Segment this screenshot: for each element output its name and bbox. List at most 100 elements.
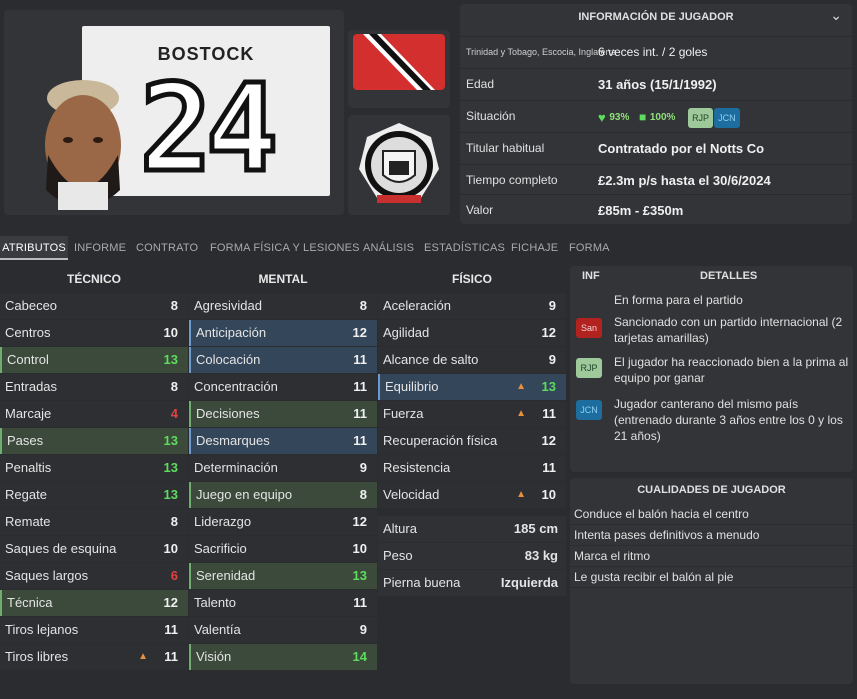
tab-analisis[interactable]: ANÁLISIS [363, 236, 414, 260]
tab-forma[interactable]: FORMA [569, 236, 610, 260]
attr-row-fisico[interactable]: Velocidad 10 ▲ [378, 482, 566, 508]
attr-row-mental[interactable]: Concentración 11 [189, 374, 377, 400]
quality-item: Le gusta recibir el balón al pie [570, 567, 853, 588]
attr-row-mental[interactable]: Agresividad 8 [189, 293, 377, 319]
quality-item: Conduce el balón hacia el centro [570, 504, 853, 525]
detail-badge-icon: RJP [576, 358, 602, 378]
attr-row-mental[interactable]: Anticipación 12 [189, 320, 377, 346]
attr-row-mental[interactable]: Desmarques 11 [189, 428, 377, 454]
attr-name: Valentía [194, 622, 241, 637]
attr-name: Técnica [7, 595, 53, 610]
attr-name: Centros [5, 325, 51, 340]
squad-status-label: Titular habitual [466, 141, 545, 155]
notts-county-badge-icon [359, 123, 439, 203]
tab-bar: ATRIBUTOS INFORME CONTRATO FORMA FÍSICA … [0, 236, 857, 260]
attr-row-tecnico[interactable]: Saques de esquina 10 [0, 536, 188, 562]
attr-value: 10 [163, 325, 178, 340]
weight-value: 83 kg [524, 548, 558, 563]
attr-row-mental[interactable]: Visión 14 [189, 644, 377, 670]
attr-value: 8 [170, 298, 178, 313]
info-row-contract: Tiempo completo £2.3m p/s hasta el 30/6/… [460, 164, 852, 195]
attr-value: 12 [352, 325, 367, 340]
attr-name: Velocidad [383, 487, 440, 502]
attr-row-tecnico[interactable]: Tiros libres 11 ▲ [0, 644, 188, 670]
tab-atributos[interactable]: ATRIBUTOS [0, 236, 68, 260]
detail-badge-icon: San [576, 318, 602, 338]
age-value: 31 años (15/1/1992) [598, 77, 717, 92]
attr-row-fisico[interactable]: Alcance de salto 9 [378, 347, 566, 373]
attr-row-mental[interactable]: Decisiones 11 [189, 401, 377, 427]
attr-row-tecnico[interactable]: Técnica 12 [0, 590, 188, 616]
attr-row-tecnico[interactable]: Marcaje 4 [0, 401, 188, 427]
attr-row-mental[interactable]: Serenidad 13 [189, 563, 377, 589]
nationality-flag-panel[interactable] [348, 30, 450, 108]
attr-name: Anticipación [196, 325, 267, 340]
attr-row-fisico[interactable]: Fuerza 11 ▲ [378, 401, 566, 427]
attr-name: Remate [5, 514, 51, 529]
attr-row-tecnico[interactable]: Penaltis 13 [0, 455, 188, 481]
attr-row-fisico[interactable]: Recuperación física 12 [378, 428, 566, 454]
tab-contrato[interactable]: CONTRATO [136, 236, 198, 260]
attr-value: 8 [170, 379, 178, 394]
attr-value: 12 [163, 595, 178, 610]
attr-row-tecnico[interactable]: Centros 10 [0, 320, 188, 346]
attr-row-mental[interactable]: Valentía 9 [189, 617, 377, 643]
info-header: INFORMACIÓN DE JUGADOR [578, 11, 734, 23]
tab-informe[interactable]: INFORME [74, 236, 126, 260]
player-profile: BOSTOCK 24 INFORMACIÓN DE JUGADOR ⌄ Trin… [0, 0, 857, 699]
attr-row-tecnico[interactable]: Entradas 8 [0, 374, 188, 400]
attr-row-tecnico[interactable]: Cabeceo 8 [0, 293, 188, 319]
details-header: DETALLES [700, 270, 758, 282]
squad-status-value[interactable]: Contratado por el Notts Co [598, 133, 764, 164]
details-panel: INF DETALLES En forma para el partido San… [570, 266, 853, 472]
height-value: 185 cm [513, 521, 558, 536]
attr-row-tecnico[interactable]: Remate 8 [0, 509, 188, 535]
tab-forma-fisica[interactable]: FORMA FÍSICA Y LESIONES [210, 236, 360, 260]
contract-value: £2.3m p/s hasta el 30/6/2024 [598, 173, 771, 188]
attr-row-mental[interactable]: Determinación 9 [189, 455, 377, 481]
attr-row-tecnico[interactable]: Pases 13 [0, 428, 188, 454]
attr-value: 13 [163, 487, 178, 502]
attr-name: Desmarques [196, 433, 270, 448]
attr-value: 10 [163, 541, 178, 556]
detail-text: Sancionado con un partido internacional … [614, 315, 843, 345]
attr-row-mental[interactable]: Liderazgo 12 [189, 509, 377, 535]
detail-row: JCN Jugador canterano del mismo país (ent… [574, 396, 850, 443]
attr-row-mental[interactable]: Colocación 11 [189, 347, 377, 373]
chevron-down-icon[interactable]: ⌄ [830, 7, 842, 24]
value-label: Valor [466, 203, 494, 217]
attr-row-tecnico[interactable]: Regate 13 [0, 482, 188, 508]
attr-name: Tiros lejanos [5, 622, 79, 637]
nations-text[interactable]: Trinidad y Tobago, Escocia, Inglaterra [466, 37, 617, 68]
attr-value: 10 [541, 487, 556, 502]
attr-row-fisico[interactable]: Resistencia 11 [378, 455, 566, 481]
attr-row-fisico[interactable]: Agilidad 12 [378, 320, 566, 346]
attr-name: Resistencia [383, 460, 451, 475]
mental-header: MENTAL [258, 272, 308, 286]
attr-row-tecnico[interactable]: Control 13 [0, 347, 188, 373]
attr-row-fisico[interactable]: Aceleración 9 [378, 293, 566, 319]
tab-estadisticas[interactable]: ESTADÍSTICAS [424, 236, 505, 260]
attr-value: 9 [548, 352, 556, 367]
jcn-badge[interactable]: JCN [714, 107, 740, 128]
attr-row-tecnico[interactable]: Saques largos 6 [0, 563, 188, 589]
trinidad-flag-icon [353, 34, 445, 90]
attr-row-fisico[interactable]: Equilibrio 13 ▲ [378, 374, 566, 400]
value-value: £85m - £350m [598, 203, 684, 218]
attr-name: Agilidad [383, 325, 430, 340]
club-badge-panel[interactable] [348, 115, 450, 215]
attr-value: 9 [548, 298, 556, 313]
attr-value: 9 [359, 622, 367, 637]
attr-row-mental[interactable]: Talento 11 [189, 590, 377, 616]
rjp-badge[interactable]: RJP [688, 107, 714, 128]
player-portrait-panel: BOSTOCK 24 [4, 10, 344, 215]
attr-row-tecnico[interactable]: Tiros lejanos 11 [0, 617, 188, 643]
attr-row-mental[interactable]: Juego en equipo 8 [189, 482, 377, 508]
attr-row-mental[interactable]: Sacrificio 10 [189, 536, 377, 562]
tab-fichaje[interactable]: FICHAJE [511, 236, 558, 260]
info-row-status: Situación ♥ 93% ■ 100% RJP JCN [460, 100, 852, 131]
detail-row: RJP El jugador ha reaccionado bien a la p… [574, 354, 850, 394]
fitness-value: 93% [609, 112, 630, 124]
weight-label: Peso [383, 548, 413, 563]
attr-value: 11 [353, 433, 367, 448]
